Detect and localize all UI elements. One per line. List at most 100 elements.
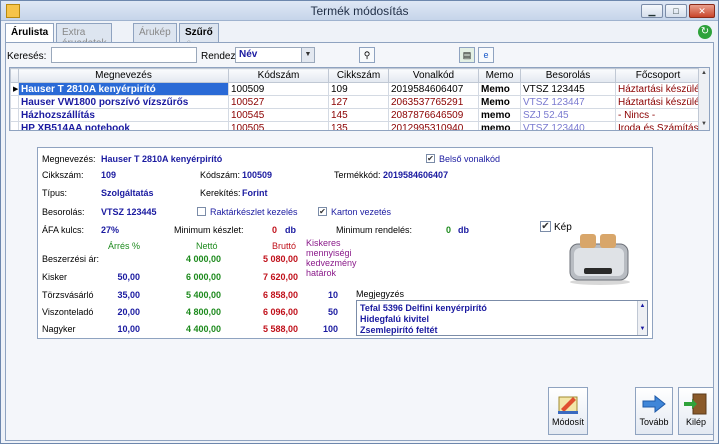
filter-clear-icon[interactable]: ⚲: [359, 47, 375, 63]
cell-memo[interactable]: memo: [478, 108, 521, 122]
margin-value[interactable]: 10,00: [96, 324, 140, 334]
cell-sku[interactable]: 109: [328, 82, 389, 96]
internal-barcode-checkbox[interactable]: ✔: [426, 154, 435, 163]
margin-value[interactable]: 35,00: [96, 290, 140, 300]
cell-group[interactable]: Háztartási készülék: [615, 82, 701, 96]
export-icon[interactable]: ▤: [459, 47, 475, 63]
net-price-value[interactable]: 4 400,00: [177, 324, 221, 334]
notes-textarea[interactable]: Tefal 5396 Delfini kenyérpirító Hidegfal…: [356, 300, 648, 336]
cell-name[interactable]: HP XB514AA notebook: [18, 121, 229, 130]
product-code-value: 2019584606407: [383, 170, 449, 180]
tab-arulista[interactable]: Árulista: [5, 23, 55, 43]
table-row[interactable]: HP XB514AA notebook 100505 135 201299531…: [10, 121, 701, 130]
scroll-up-icon[interactable]: ▲: [699, 68, 709, 78]
title-bar: Termék módosítás ▁ □ ✕: [1, 1, 718, 21]
cell-group[interactable]: Iroda és Számítástech: [615, 121, 701, 130]
cell-name[interactable]: Hauser VW1800 porszívó vízszűrős: [18, 95, 229, 109]
net-header: Nettó: [196, 241, 218, 251]
stock-management-checkbox[interactable]: [197, 207, 206, 216]
table-row[interactable]: ▶ Hauser T 2810A kenyérpirító 100509 109…: [10, 82, 701, 96]
cell-barcode[interactable]: 2019584606407: [388, 82, 479, 96]
col-header-sku[interactable]: Cikkszám: [328, 68, 389, 83]
product-grid: Megnevezés Kódszám Cikkszám Vonalkód Mem…: [9, 67, 710, 131]
notes-line: Tefal 5396 Delfini kenyérpirító: [360, 303, 487, 313]
tab-szuro[interactable]: Szűrő ♀: [179, 23, 219, 49]
modify-button[interactable]: Módosít: [548, 387, 588, 435]
cell-name[interactable]: Házhozszállítás: [18, 108, 229, 122]
gross-price-value[interactable]: 5 588,00: [254, 324, 298, 334]
cell-sku[interactable]: 145: [328, 108, 389, 122]
col-header-class[interactable]: Besorolás: [520, 68, 616, 83]
col-header-memo[interactable]: Memo: [478, 68, 521, 83]
cell-sku[interactable]: 135: [328, 121, 389, 130]
rounding-label: Kerekítés:: [200, 188, 241, 198]
table-row[interactable]: Házhozszállítás 100545 145 2087876646509…: [10, 108, 701, 122]
col-header-code[interactable]: Kódszám: [228, 68, 329, 83]
image-checkbox[interactable]: ✔: [540, 221, 551, 232]
cell-class[interactable]: VTSZ 123440: [520, 121, 616, 130]
tab-arukep[interactable]: Árukép: [133, 23, 177, 42]
scroll-down-icon[interactable]: ▼: [699, 119, 709, 129]
type-value: Szolgáltatás: [101, 188, 154, 198]
code-label: Kódszám:: [200, 170, 241, 180]
close-button[interactable]: ✕: [689, 4, 715, 18]
cell-barcode[interactable]: 2087876646509: [388, 108, 479, 122]
discount-value[interactable]: 10: [294, 290, 338, 300]
col-header-barcode[interactable]: Vonalkód: [388, 68, 479, 83]
table-row[interactable]: Hauser VW1800 porszívó vízszűrős 100527 …: [10, 95, 701, 109]
window-title: Termék módosítás: [310, 4, 409, 18]
next-button[interactable]: Tovább: [635, 387, 673, 435]
web-icon[interactable]: e: [478, 47, 494, 63]
tab-extra-aruadatok[interactable]: Extra áruadatok: [56, 23, 113, 49]
price-row-label: Törzsvásárló: [42, 290, 94, 300]
cell-code[interactable]: 100505: [228, 121, 329, 130]
cell-barcode[interactable]: 2063537765291: [388, 95, 479, 109]
exit-button[interactable]: Kilép: [678, 387, 714, 435]
minimize-button[interactable]: ▁: [641, 4, 663, 18]
discount-value[interactable]: 100: [294, 324, 338, 334]
net-price-value[interactable]: 6 000,00: [177, 272, 221, 282]
gross-price-value[interactable]: 6 096,00: [254, 307, 298, 317]
name-label: Megnevezés:: [42, 154, 96, 164]
scroll-down-icon[interactable]: ▼: [638, 324, 647, 335]
cell-code[interactable]: 100509: [228, 82, 329, 96]
net-price-value[interactable]: 4 800,00: [177, 307, 221, 317]
cell-class[interactable]: SZJ 52.45: [520, 108, 616, 122]
cell-code[interactable]: 100545: [228, 108, 329, 122]
maximize-button[interactable]: □: [665, 4, 687, 18]
net-price-value[interactable]: 5 400,00: [177, 290, 221, 300]
cell-class[interactable]: VTSZ 123445: [520, 82, 616, 96]
cell-group[interactable]: Háztartási készülék: [615, 95, 701, 109]
detail-panel: Megnevezés: Hauser T 2810A kenyérpirító …: [37, 147, 653, 339]
cell-name[interactable]: Hauser T 2810A kenyérpirító: [18, 82, 229, 96]
notes-scrollbar[interactable]: ▲ ▼: [637, 301, 647, 335]
col-header-name[interactable]: Megnevezés: [18, 68, 229, 83]
cell-barcode[interactable]: 2012995310940: [388, 121, 479, 130]
refresh-icon[interactable]: ↻: [698, 25, 712, 39]
class-label: Besorolás:: [42, 207, 85, 217]
gross-price-value[interactable]: 7 620,00: [254, 272, 298, 282]
col-header-group[interactable]: Főcsoport: [615, 68, 701, 83]
toaster-image: [569, 234, 630, 285]
search-input[interactable]: [51, 47, 197, 63]
cell-class[interactable]: VTSZ 123447: [520, 95, 616, 109]
notes-line: Hidegfalú kivitel: [360, 314, 430, 324]
grid-scrollbar[interactable]: ▲ ▼: [698, 68, 709, 130]
cell-memo[interactable]: memo: [478, 121, 521, 130]
min-order-label: Minimum rendelés:: [336, 225, 413, 235]
cell-sku[interactable]: 127: [328, 95, 389, 109]
margin-value[interactable]: 50,00: [96, 272, 140, 282]
cell-code[interactable]: 100527: [228, 95, 329, 109]
cell-group[interactable]: - Nincs -: [615, 108, 701, 122]
discount-value[interactable]: 50: [294, 307, 338, 317]
cell-memo[interactable]: Memo: [478, 82, 521, 96]
cell-memo[interactable]: Memo: [478, 95, 521, 109]
carton-checkbox[interactable]: ✔: [318, 207, 327, 216]
margin-value[interactable]: 20,00: [96, 307, 140, 317]
scroll-up-icon[interactable]: ▲: [638, 301, 647, 312]
gross-price-value[interactable]: 6 858,00: [254, 290, 298, 300]
gross-price-value[interactable]: 5 080,00: [254, 254, 298, 264]
next-button-label: Tovább: [639, 417, 669, 427]
sort-select[interactable]: Név ▼: [235, 47, 315, 63]
net-price-value[interactable]: 4 000,00: [177, 254, 221, 264]
